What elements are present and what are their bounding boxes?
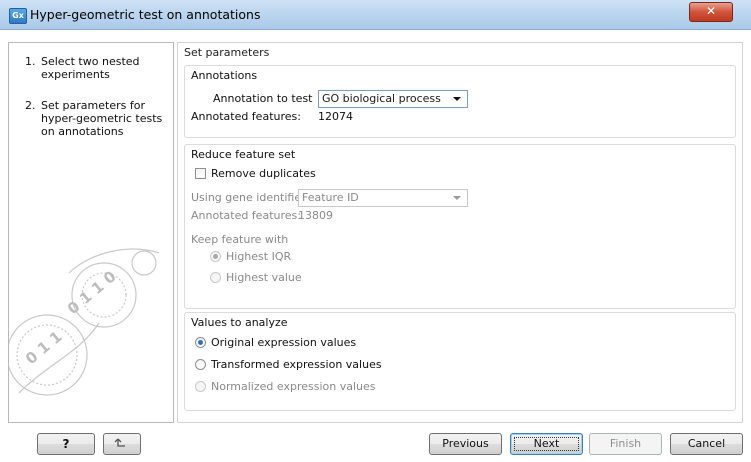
close-button[interactable]: ✕ [689,2,733,22]
normalized-values-label: Normalized expression values [211,380,376,393]
app-icon: Gx [9,8,27,24]
help-button[interactable]: ? [37,433,95,455]
annotated-features-value: 12074 [318,110,353,123]
finish-button: Finish [589,433,662,455]
steps-panel: 1. Select two nested experiments 2. Set … [8,42,174,423]
step-number: 2. [25,99,36,112]
cancel-label: Cancel [687,437,726,450]
group-title: Annotations [191,69,258,82]
title-bar: Gx Hyper-geometric test on annotations ✕ [0,0,751,30]
transformed-values-label[interactable]: Transformed expression values [211,358,382,371]
chevron-down-icon [453,97,461,101]
keep-feature-label: Keep feature with [191,233,289,246]
finish-label: Finish [609,437,642,450]
focus-ring [514,437,579,451]
reduce-feature-set-group: Reduce feature set Remove duplicates Usi… [184,144,736,309]
chevron-down-icon [453,196,461,200]
step-label: Select two nested experiments [41,55,140,81]
original-values-label[interactable]: Original expression values [211,336,356,349]
annotations-group: Annotations Annotation to test GO biolog… [184,65,736,138]
group-title: Values to analyze [191,316,288,329]
parameters-panel: Set parameters Annotations Annotation to… [177,42,743,423]
remove-duplicates-label[interactable]: Remove duplicates [211,167,316,180]
gene-identifier-dropdown: Feature ID [298,189,468,207]
window-title: Hyper-geometric test on annotations [30,7,261,22]
svg-text:0 1 1: 0 1 1 [22,327,66,368]
normalized-values-radio [195,381,206,392]
transformed-values-radio[interactable] [195,359,206,370]
close-icon: ✕ [705,4,717,18]
values-to-analyze-group: Values to analyze Original expression va… [184,312,736,411]
previous-label: Previous [442,437,489,450]
step-label: Set parameters for hyper-geometric tests… [41,99,163,138]
decorative-swirl-logo: 0 1 1 0 0 1 1 [9,248,160,396]
cancel-button[interactable]: Cancel [670,433,743,455]
previous-button[interactable]: Previous [429,433,502,455]
original-values-radio[interactable] [195,337,206,348]
step-number: 1. [25,55,36,68]
dropdown-value: GO biological process [322,92,441,105]
annotation-to-test-dropdown[interactable]: GO biological process [318,90,468,108]
group-title: Reduce feature set [191,148,296,161]
annotated-features-label: Annotated features: [191,209,301,222]
page-heading: Set parameters [184,46,270,59]
annotation-to-test-label: Annotation to test [213,92,313,105]
next-button[interactable]: Next [510,433,583,455]
remove-duplicates-checkbox[interactable] [195,168,206,179]
annotated-features-value: 13809 [298,209,333,222]
highest-value-label: Highest value [226,271,302,284]
highest-value-radio [210,272,221,283]
reset-button[interactable] [103,433,141,455]
dropdown-value: Feature ID [302,191,359,204]
annotated-features-label: Annotated features: [191,110,301,123]
highest-iqr-label: Highest IQR [226,250,292,263]
undo-arrow-icon [114,438,125,447]
highest-iqr-radio [210,251,221,262]
help-icon: ? [62,437,70,451]
gene-identifier-label: Using gene identifier [191,191,306,204]
